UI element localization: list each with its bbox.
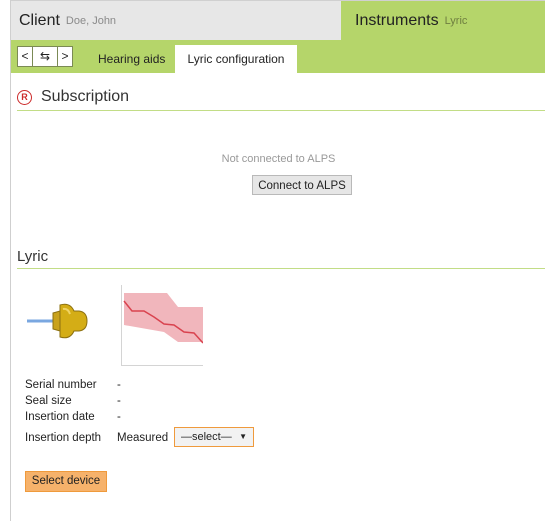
subscription-divider — [17, 110, 545, 111]
insertion-depth-label: Insertion depth — [25, 432, 102, 444]
swap-button[interactable]: ⇆ — [32, 46, 58, 67]
insertion-depth-chart — [121, 285, 203, 366]
navigation-buttons: < ⇆ > — [17, 46, 73, 67]
serial-number-value: - — [117, 379, 121, 391]
forward-button[interactable]: > — [57, 46, 73, 67]
client-name: Doe, John — [65, 14, 117, 27]
instruments-name: Lyric — [444, 14, 468, 27]
insertion-date-value: - — [117, 411, 121, 423]
insertion-depth-select-value: —select— — [181, 431, 232, 443]
registered-icon: R — [17, 89, 32, 105]
seal-size-row: Seal size - — [25, 395, 121, 407]
lyric-header: Lyric — [17, 246, 48, 266]
seal-size-value: - — [117, 395, 121, 407]
instruments-label: Instruments — [355, 11, 439, 29]
dropdown-caret-icon: ▼ — [239, 432, 247, 441]
tab-lyric-configuration[interactable]: Lyric configuration — [175, 45, 297, 73]
lyric-device-image — [27, 303, 88, 339]
subscription-title: Subscription — [41, 88, 130, 105]
lyric-divider — [17, 268, 545, 269]
client-label: Client — [19, 11, 60, 29]
insertion-depth-row: Insertion depth — [25, 432, 117, 444]
back-button[interactable]: < — [17, 46, 33, 67]
serial-number-row: Serial number - — [25, 379, 121, 391]
lyric-title: Lyric — [17, 247, 49, 265]
client-header: Client Doe, John — [11, 1, 341, 40]
app-window: Client Doe, John Instruments Lyric < ⇆ >… — [10, 0, 545, 521]
insertion-date-label: Insertion date — [25, 411, 95, 423]
tab-bar: < ⇆ > Hearing aids Lyric configuration — [11, 40, 545, 73]
seal-size-label: Seal size — [25, 395, 72, 407]
alps-status-text: Not connected to ALPS — [221, 153, 336, 165]
instruments-header: Instruments Lyric — [341, 1, 545, 40]
insertion-depth-value: Measured — [117, 432, 169, 444]
select-device-button[interactable]: Select device — [25, 471, 107, 492]
insertion-date-row: Insertion date - — [25, 411, 121, 423]
tab-hearing-aids[interactable]: Hearing aids — [98, 45, 165, 73]
header-bar: Client Doe, John Instruments Lyric — [11, 0, 545, 40]
serial-number-label: Serial number — [25, 379, 97, 391]
subscription-header: R Subscription — [17, 87, 129, 107]
connect-alps-button[interactable]: Connect to ALPS — [252, 175, 352, 195]
insertion-depth-select[interactable]: —select— ▼ — [174, 427, 254, 447]
